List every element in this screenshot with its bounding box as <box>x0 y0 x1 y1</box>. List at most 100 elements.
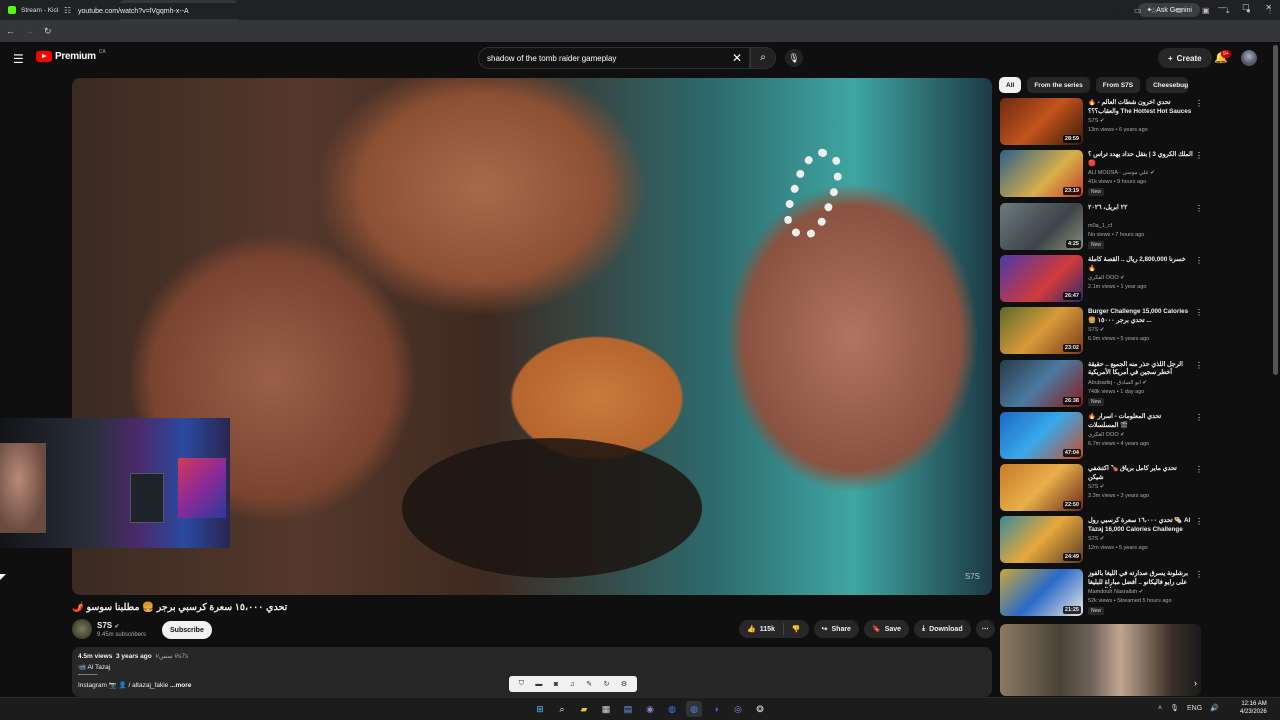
recommendation-item[interactable]: 26:47 خسرنا 2,800,000 ريال .. القصة كاملة… <box>1000 254 1205 303</box>
volume-icon[interactable]: 🔊 <box>1210 704 1219 712</box>
shield-icon[interactable]: ⛉ <box>519 680 524 688</box>
recommendation-channel[interactable]: S7S ✔ <box>1088 484 1193 490</box>
voice-search-button[interactable]: 🎙 <box>785 49 803 67</box>
channel-name[interactable]: S7S ✔ <box>97 621 119 630</box>
recommendation-title[interactable]: تحدي ماير كامل برياق 🍗 اكتشفي شيكن <box>1088 465 1193 483</box>
more-vertical-icon[interactable]: ⋮ <box>1195 570 1203 579</box>
video-thumbnail[interactable]: 23:19 <box>1000 150 1083 198</box>
download-tray-icon[interactable]: ⤓ <box>1226 6 1230 16</box>
recommendation-title[interactable]: برشلونة يسرق صدارته في الليغا بالفوز على… <box>1088 570 1193 588</box>
extensions-icon[interactable]: ⧉ <box>1176 6 1182 16</box>
recommendation-channel[interactable]: S7S ✔ <box>1088 118 1193 124</box>
more-vertical-icon[interactable]: ⋮ <box>1195 204 1203 213</box>
obs-icon[interactable]: ◎ <box>730 701 746 717</box>
pin-icon[interactable]: ✎ <box>586 680 592 688</box>
recommendation-channel[interactable]: Abulsadiq - أبو الصادق ✔ <box>1088 380 1193 386</box>
recommendation-channel[interactable]: العكري OOO ✔ <box>1088 432 1193 438</box>
video-thumbnail[interactable]: 23:02 <box>1000 307 1083 355</box>
recommendation-item[interactable]: 24:49 تحدي ١٦،٠٠٠ سعرة كرسبي رول 🌯 Al Taz… <box>1000 516 1205 564</box>
show-more-link[interactable]: ...more <box>170 682 191 689</box>
filter-chip[interactable]: Cheeseburgers <box>1146 77 1189 93</box>
bookmark-star-icon[interactable]: ☆ <box>1150 6 1157 15</box>
forward-icon[interactable]: → <box>25 26 34 36</box>
menu-hamburger-icon[interactable]: ☰ <box>13 52 24 66</box>
more-vertical-icon[interactable]: ⋮ <box>1195 361 1203 370</box>
channel-avatar[interactable] <box>72 619 92 639</box>
profile-icon[interactable]: ● <box>1246 6 1251 15</box>
video-thumbnail[interactable]: 24:49 <box>1000 516 1083 564</box>
create-button[interactable]: + Create <box>1158 48 1212 68</box>
recommendation-title[interactable]: ٢٢ أبريل، ٢٠٢٦ <box>1088 204 1193 213</box>
camera-icon[interactable]: ◙ <box>554 681 558 688</box>
recommendation-item[interactable]: 47:04 🔥 تحدي المعلومات - أسرار المسلسلات … <box>1000 411 1205 460</box>
chevron-right-icon[interactable]: › <box>1184 81 1187 91</box>
tray-chevron-icon[interactable]: ˄ <box>1158 705 1162 712</box>
recommendation-item[interactable]: 28:59 🔥 تحدي اخرون شطات العالم - والعقاب؟… <box>1000 98 1205 146</box>
filter-chip[interactable]: All <box>999 77 1022 93</box>
recommendation-item[interactable]: 26:38 الرجل اللذي حذر منه الجميع .. حقيقة… <box>1000 359 1205 408</box>
url-field[interactable]: youtube.com/watch?v=lVgqmh-x--A <box>58 3 1118 19</box>
video-thumbnail[interactable]: 21:25 <box>1000 568 1083 616</box>
language-indicator[interactable]: ENG <box>1187 705 1202 712</box>
more-vertical-icon[interactable]: ⋮ <box>1195 151 1203 160</box>
search-button[interactable]: ⌕ <box>750 47 776 69</box>
recommendation-title[interactable]: 🔥 تحدي المعلومات - أسرار المسلسلات 🎬 <box>1088 413 1193 431</box>
shorts-thumbnail[interactable] <box>1000 624 1201 696</box>
page-scrollbar[interactable] <box>1273 45 1278 375</box>
filter-chip[interactable]: From S7S <box>1095 77 1141 93</box>
tray-mic-icon[interactable]: 🎙 <box>1170 704 1179 712</box>
recommendation-item[interactable]: 23:02 Burger Challenge 15,000 Calories 🍔 … <box>1000 307 1205 355</box>
sidepanel-icon[interactable]: ▣ <box>1202 6 1210 15</box>
youtube-premium-logo[interactable]: Premium CA <box>36 49 106 62</box>
discord-icon[interactable]: ◑ <box>708 701 724 717</box>
app-icon[interactable]: ❂ <box>752 701 768 717</box>
back-icon[interactable]: ← <box>6 26 15 36</box>
more-vertical-icon[interactable]: ⋮ <box>1195 99 1203 108</box>
recommendation-item[interactable]: 21:25 برشلونة يسرق صدارته في الليغا بالفو… <box>1000 568 1205 617</box>
recommendation-title[interactable]: 🔥 تحدي اخرون شطات العالم - والعقاب؟؟؟ Th… <box>1088 99 1193 117</box>
recommendation-channel[interactable]: Mamdouh Nasrallah ✔ <box>1088 589 1193 595</box>
cast-icon[interactable]: ▭ <box>1134 6 1142 15</box>
video-thumbnail[interactable]: 4:25 <box>1000 202 1083 250</box>
calculator-icon[interactable]: ▦ <box>598 701 614 717</box>
steam-icon[interactable]: ◉ <box>642 701 658 717</box>
recommendation-title[interactable]: خسرنا 2,800,000 ريال .. القصة كاملة 🔥 <box>1088 256 1193 274</box>
dislike-button[interactable]: 👎 <box>784 620 809 638</box>
recommendation-item[interactable]: 4:25 ٢٢ أبريل، ٢٠٢٦ m0a_1_cf No views • 7 h… <box>1000 202 1205 251</box>
hashtags[interactable]: #سس #s7s <box>155 653 188 660</box>
more-vertical-icon[interactable]: ⋮ <box>1195 517 1203 526</box>
recommendation-channel[interactable]: S7S ✔ <box>1088 327 1193 333</box>
recommendation-channel[interactable]: العكري OOO ✔ <box>1088 275 1193 281</box>
shorts-next-icon[interactable]: › <box>1194 678 1197 688</box>
file-explorer-icon[interactable]: ▰ <box>576 701 592 717</box>
taskbar-clock[interactable]: 12:16 AM 4/23/2026 <box>1240 700 1267 717</box>
recommendation-channel[interactable]: ALI MOUSA - علي موسى ✔ <box>1088 170 1193 176</box>
download-button[interactable]: ⤓ Download <box>914 620 971 638</box>
video-thumbnail[interactable]: 28:59 <box>1000 98 1083 145</box>
more-vertical-icon[interactable]: ⋮ <box>1195 413 1203 422</box>
filter-chip[interactable]: From the series <box>1027 77 1090 93</box>
recommendation-item[interactable]: 22:50 تحدي ماير كامل برياق 🍗 اكتشفي شيكن S… <box>1000 464 1205 512</box>
reload-icon[interactable]: ↻ <box>44 26 52 37</box>
account-avatar[interactable] <box>1241 50 1257 66</box>
chrome-icon[interactable]: ◍ <box>664 701 680 717</box>
recommendation-item[interactable]: 23:19 الملك الكروي 3 | بتقل حداد يهدد ترا… <box>1000 150 1205 198</box>
start-icon[interactable]: ⊞ <box>532 701 548 717</box>
browser-menu-icon[interactable]: ⋮ <box>1266 6 1274 15</box>
refresh-icon[interactable]: ↻ <box>604 680 610 688</box>
site-info-icon[interactable]: ☷ <box>64 6 71 15</box>
video-thumbnail[interactable]: 26:47 <box>1000 254 1083 302</box>
recommendation-title[interactable]: الملك الكروي 3 | بتقل حداد يهدد تراس ؟ 🔴 <box>1088 151 1193 169</box>
video-thumbnail[interactable]: 22:50 <box>1000 464 1083 512</box>
like-button[interactable]: 👍 115k <box>739 620 783 638</box>
more-vertical-icon[interactable]: ⋮ <box>1195 308 1203 317</box>
save-button[interactable]: 🔖 Save <box>863 620 910 638</box>
recommendation-channel[interactable]: S7S ✔ <box>1088 536 1193 542</box>
recommendation-title[interactable]: Burger Challenge 15,000 Calories 🍔 تحدي … <box>1088 308 1193 326</box>
share-button[interactable]: ↪ Share <box>813 620 859 638</box>
search-input[interactable]: shadow of the tomb raider gameplay <box>478 47 750 69</box>
ask-gemini-button[interactable]: ✦ Ask Gemini <box>1138 3 1200 17</box>
store-icon[interactable]: ▤ <box>620 701 636 717</box>
clip-icon[interactable]: ▬ <box>535 681 542 688</box>
minimize-icon[interactable]: — <box>1218 3 1226 12</box>
